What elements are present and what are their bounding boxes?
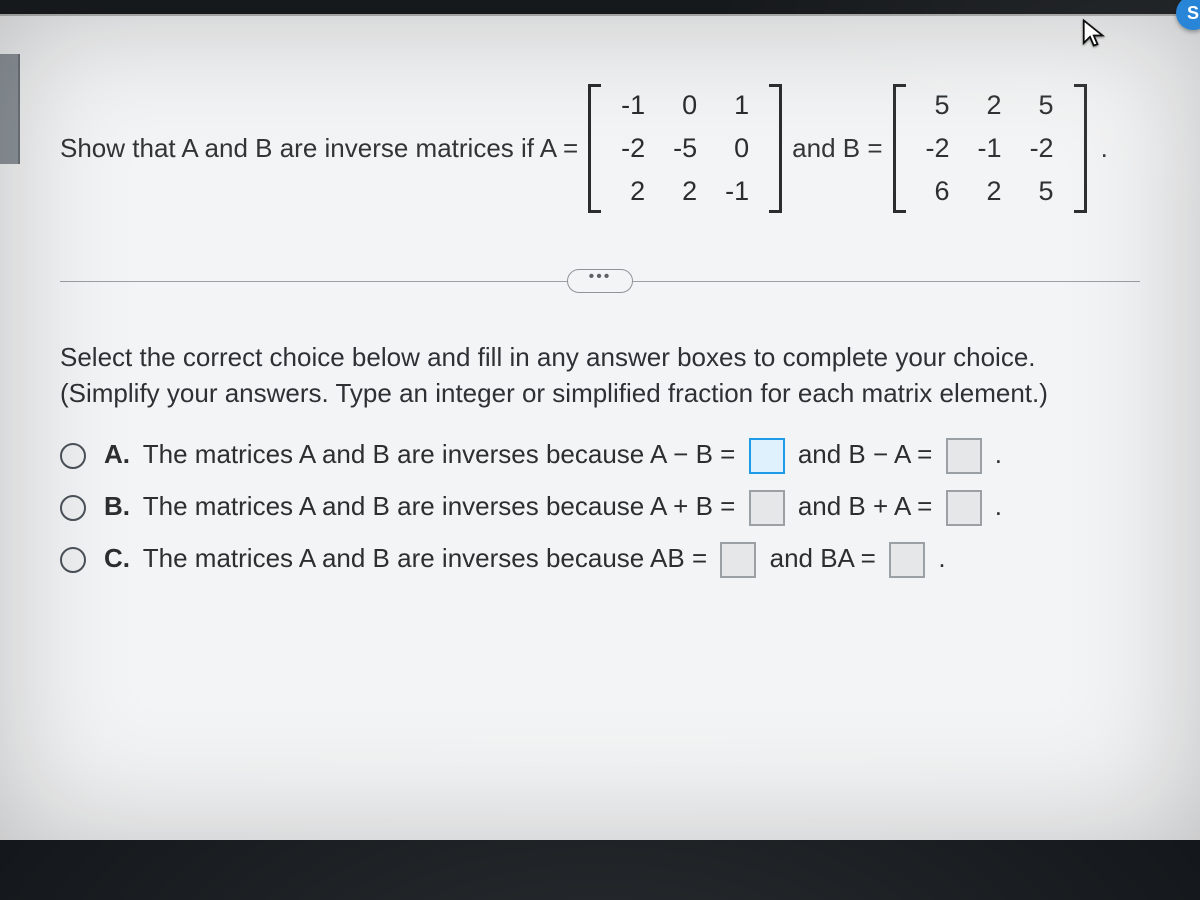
divider-row: ••• <box>40 269 1160 293</box>
matrix-a-table: -101 -2-50 22-1 <box>607 84 763 213</box>
bracket-right-icon <box>769 84 782 213</box>
matrix-cell: 2 <box>607 170 659 213</box>
choice-letter: A. <box>104 439 130 469</box>
answer-box-b1[interactable] <box>749 490 785 526</box>
choice-pre: The matrices A and B are inverses becaus… <box>143 543 707 573</box>
bracket-left-icon <box>588 84 601 213</box>
choice-pre: The matrices A and B are inverses becaus… <box>143 439 736 469</box>
answer-box-c1[interactable] <box>720 542 756 578</box>
matrix-cell: -1 <box>711 170 763 213</box>
matrix-cell: -2 <box>1016 127 1068 170</box>
answer-box-b2[interactable] <box>946 490 982 526</box>
matrix-cell: 5 <box>1016 84 1068 127</box>
matrix-cell: 0 <box>711 127 763 170</box>
matrix-b-table: 525 -2-1-2 625 <box>912 84 1068 213</box>
badge-letter: S <box>1187 3 1199 24</box>
radio-a[interactable] <box>60 443 86 469</box>
choice-a: A. The matrices A and B are inverses bec… <box>60 438 1140 474</box>
matrix-cell: 2 <box>659 170 711 213</box>
choice-b: B. The matrices A and B are inverses bec… <box>60 490 1140 526</box>
matrix-b: 525 -2-1-2 625 <box>893 84 1087 213</box>
choice-post: . <box>938 543 945 573</box>
screen: Show that A and B are inverse matrices i… <box>0 0 1200 900</box>
content-inner: Show that A and B are inverse matrices i… <box>0 14 1200 840</box>
matrix-cell: 1 <box>711 84 763 127</box>
matrix-a: -101 -2-50 22-1 <box>588 84 782 213</box>
answer-box-a1[interactable] <box>749 438 785 474</box>
instruction-line: Select the correct choice below and fill… <box>60 339 1140 375</box>
choice-post: . <box>995 491 1002 521</box>
choice-letter: B. <box>104 491 130 521</box>
content-panel: Show that A and B are inverse matrices i… <box>0 0 1200 900</box>
choice-b-text: B. The matrices A and B are inverses bec… <box>104 490 1002 526</box>
question-mid: and B = <box>792 133 882 164</box>
answer-box-a2[interactable] <box>946 438 982 474</box>
expand-button[interactable]: ••• <box>567 269 633 293</box>
choice-pre: The matrices A and B are inverses becaus… <box>143 491 736 521</box>
answer-box-c2[interactable] <box>889 542 925 578</box>
matrix-cell: 6 <box>912 170 964 213</box>
choice-post: . <box>995 439 1002 469</box>
choice-letter: C. <box>104 543 130 573</box>
matrix-cell: 5 <box>1016 170 1068 213</box>
choice-c: C. The matrices A and B are inverses bec… <box>60 542 1140 578</box>
choice-a-text: A. The matrices A and B are inverses bec… <box>104 438 1002 474</box>
matrix-cell: -2 <box>912 127 964 170</box>
instruction-line: (Simplify your answers. Type an integer … <box>60 375 1140 411</box>
matrix-cell: 2 <box>964 170 1016 213</box>
choices: A. The matrices A and B are inverses bec… <box>60 438 1140 578</box>
bracket-right-icon <box>1074 84 1087 213</box>
matrix-cell: 0 <box>659 84 711 127</box>
matrix-cell: -1 <box>964 127 1016 170</box>
radio-c[interactable] <box>60 547 86 573</box>
matrix-cell: -5 <box>659 127 711 170</box>
question-row: Show that A and B are inverse matrices i… <box>60 84 1160 213</box>
matrix-cell: -2 <box>607 127 659 170</box>
instructions: Select the correct choice below and fill… <box>60 339 1140 412</box>
matrix-cell: -1 <box>607 84 659 127</box>
choice-mid: and BA = <box>770 543 876 573</box>
matrix-cell: 5 <box>912 84 964 127</box>
question-lead: Show that A and B are inverse matrices i… <box>60 133 578 164</box>
question-tail: . <box>1101 133 1108 164</box>
bracket-left-icon <box>893 84 906 213</box>
choice-mid: and B − A = <box>798 439 932 469</box>
matrix-cell: 2 <box>964 84 1016 127</box>
radio-b[interactable] <box>60 495 86 521</box>
choice-c-text: C. The matrices A and B are inverses bec… <box>104 542 946 578</box>
choice-mid: and B + A = <box>798 491 932 521</box>
